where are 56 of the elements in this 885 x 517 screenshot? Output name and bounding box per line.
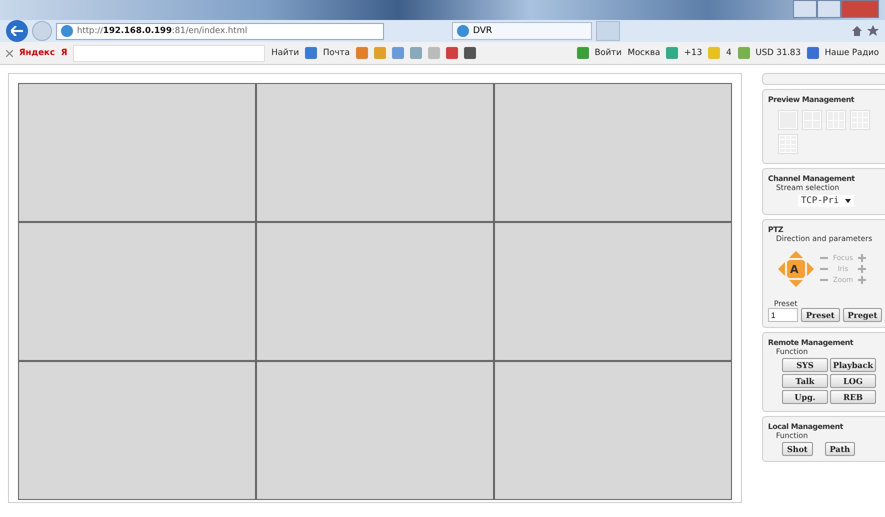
yandex-logo[interactable]: Я [60, 48, 68, 58]
close-button[interactable] [841, 0, 879, 18]
layout-icon[interactable] [778, 110, 798, 130]
maximize-button[interactable] [817, 0, 841, 18]
toolbar-item[interactable]: USD 31.83 [756, 48, 801, 58]
minus-icon[interactable] [820, 268, 828, 270]
video-cell[interactable] [495, 223, 731, 360]
function-button[interactable]: Talk [782, 374, 828, 388]
close-icon[interactable] [6, 50, 13, 56]
plus-icon[interactable] [858, 254, 866, 262]
function-button[interactable]: REB [830, 390, 876, 404]
video-cell[interactable] [257, 223, 493, 360]
plus-icon[interactable] [858, 276, 866, 284]
video-cell[interactable] [19, 84, 255, 221]
url-text: http://192.168.0.199:81/en/index.html [77, 26, 248, 36]
video-cell[interactable] [495, 84, 731, 221]
toolbar-item[interactable]: Наше Радио [824, 48, 879, 58]
direction-pad-icon[interactable] [776, 249, 816, 289]
minus-icon[interactable] [820, 279, 828, 281]
function-button[interactable]: Playback [830, 358, 876, 372]
video-cell[interactable] [257, 362, 493, 499]
layout-icon[interactable] [778, 134, 798, 154]
preset-field[interactable]: 1 [768, 308, 798, 322]
caret-icon[interactable] [844, 199, 851, 203]
back-button[interactable] [6, 20, 28, 42]
preset-button[interactable]: Preset [801, 308, 840, 322]
search-field[interactable] [73, 44, 266, 62]
layout-icon[interactable] [850, 110, 870, 130]
toolbar-item[interactable]: +13 [684, 48, 702, 58]
stream-select[interactable]: TCP-Pri [798, 195, 854, 207]
search-button[interactable]: Найти [271, 48, 300, 58]
function-button[interactable]: Shot [782, 442, 813, 456]
layout-icon[interactable] [826, 110, 846, 130]
browser-tab[interactable]: DVR [452, 22, 592, 40]
layout-icon[interactable] [802, 110, 822, 130]
arrow-icon [11, 26, 23, 36]
mail-button[interactable]: Почта [323, 48, 350, 58]
yandex-logo[interactable]: Яндекс [19, 48, 55, 58]
video-cell[interactable] [257, 84, 493, 221]
video-cell[interactable] [495, 362, 731, 499]
video-cell[interactable] [19, 223, 255, 360]
toolbar-item[interactable]: Москва [628, 48, 660, 58]
toolbar-item[interactable]: Войти [594, 48, 622, 58]
minus-icon[interactable] [820, 257, 828, 259]
preset-button[interactable]: Preget [842, 308, 882, 322]
minimize-button[interactable] [793, 0, 817, 18]
function-button[interactable]: Path [824, 442, 856, 456]
plus-icon[interactable] [858, 265, 866, 273]
video-cell[interactable] [19, 362, 255, 499]
address-field[interactable]: http://192.168.0.199:81/en/index.html [56, 22, 384, 40]
function-button[interactable]: LOG [830, 374, 876, 388]
new-tab-button[interactable] [596, 21, 620, 41]
function-button[interactable]: SYS [782, 358, 828, 372]
toolbar-item[interactable]: 4 [726, 48, 732, 58]
function-button[interactable]: Upg. [782, 390, 828, 404]
home-icon[interactable] [851, 25, 863, 37]
